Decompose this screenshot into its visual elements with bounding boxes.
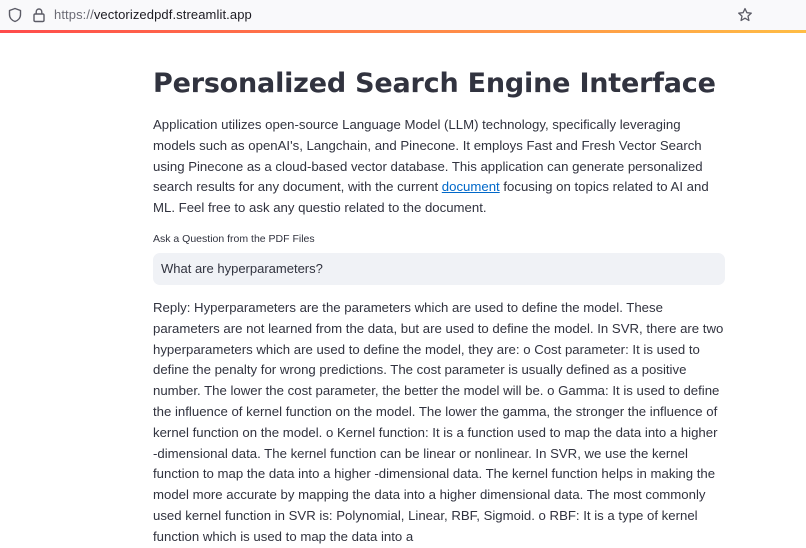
- url-host: vectorizedpdf.streamlit.app: [93, 7, 252, 22]
- page-title: Personalized Search Engine Interface: [153, 68, 716, 99]
- url-scheme: https://: [54, 7, 94, 22]
- question-label: Ask a Question from the PDF Files: [153, 232, 315, 245]
- document-link[interactable]: document: [442, 179, 500, 194]
- lock-icon[interactable]: [30, 6, 48, 24]
- question-input[interactable]: [153, 252, 725, 285]
- url-text[interactable]: https://vectorizedpdf.streamlit.app: [54, 7, 252, 22]
- star-icon[interactable]: [736, 6, 754, 24]
- browser-toolbar: https://vectorizedpdf.streamlit.app: [0, 0, 806, 30]
- main-content: Personalized Search Engine Interface App…: [153, 33, 725, 548]
- shield-icon[interactable]: [6, 6, 24, 24]
- intro-paragraph: Application utilizes open-source Languag…: [153, 115, 725, 219]
- reply-text: Reply: Hyperparameters are the parameter…: [153, 299, 724, 544]
- address-bar[interactable]: https://vectorizedpdf.streamlit.app: [0, 0, 758, 30]
